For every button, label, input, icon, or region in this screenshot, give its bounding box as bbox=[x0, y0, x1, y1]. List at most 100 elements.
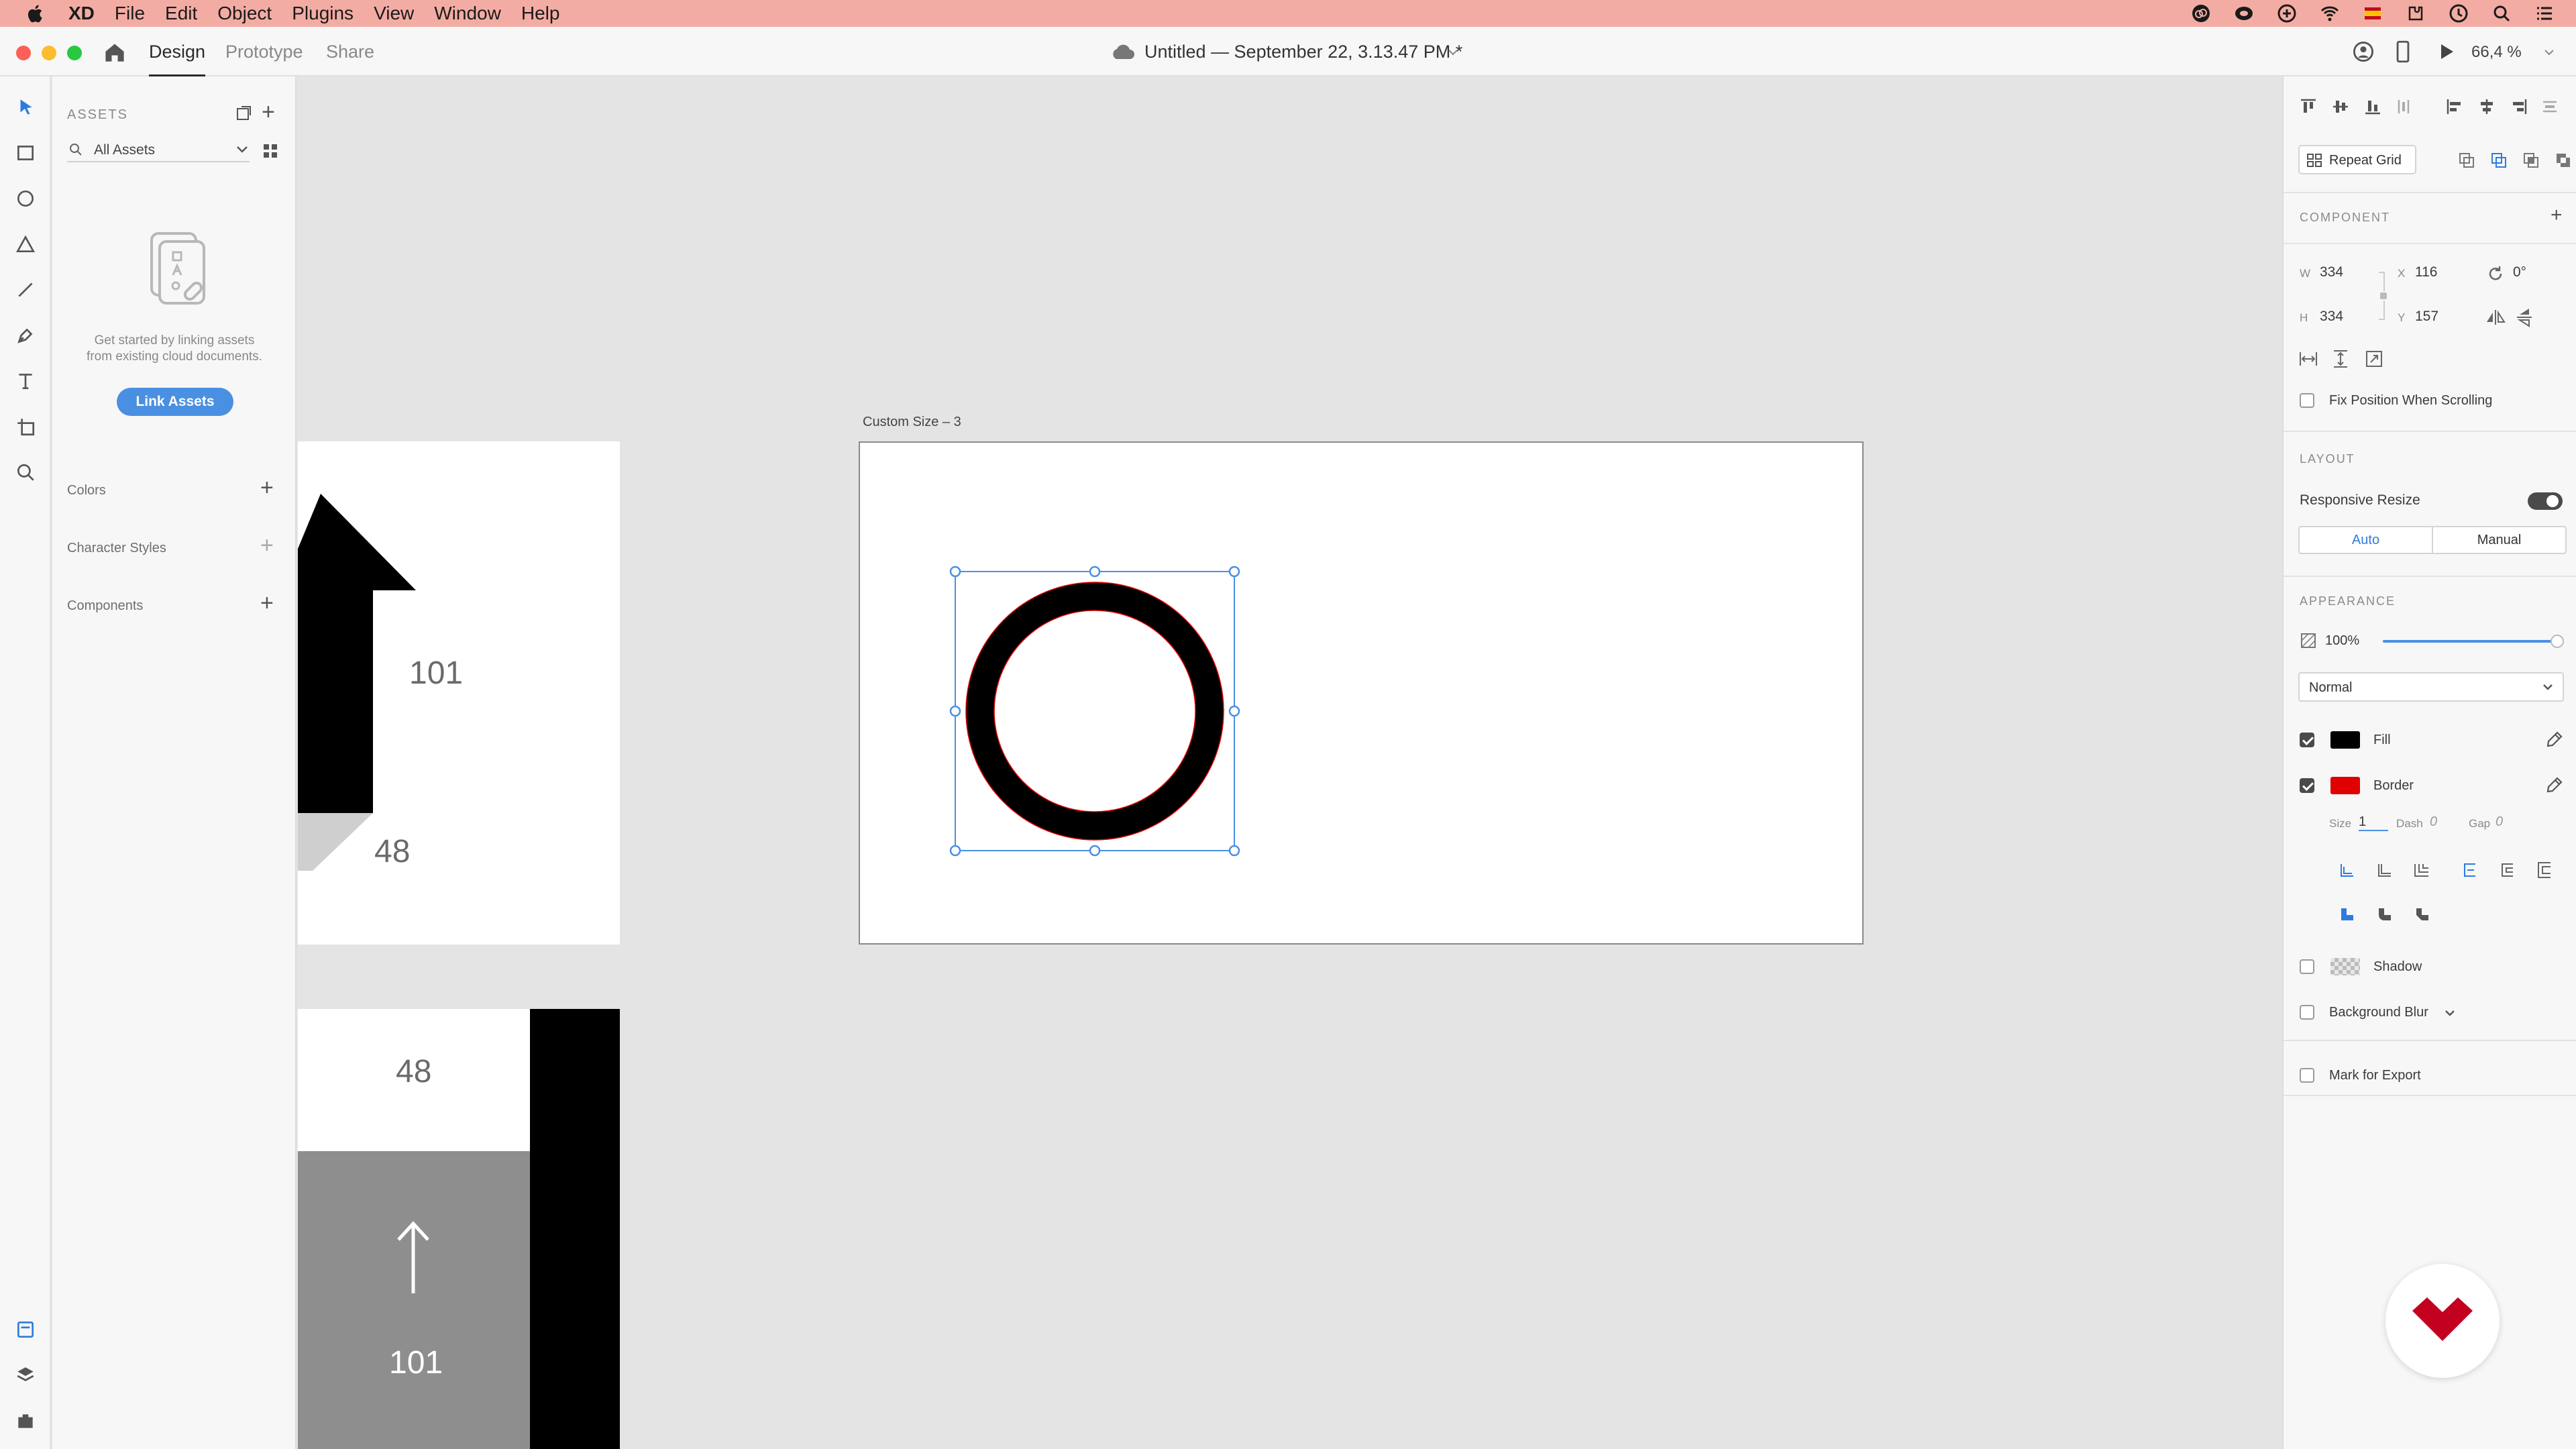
line-tool[interactable] bbox=[13, 278, 38, 302]
add-component-button[interactable]: + bbox=[260, 592, 274, 614]
plugins-panel-toggle[interactable] bbox=[13, 1409, 38, 1433]
resize-auto-option[interactable]: Auto bbox=[2300, 527, 2433, 553]
constraints-icon[interactable] bbox=[2364, 349, 2384, 369]
share-user-icon[interactable] bbox=[2352, 40, 2375, 63]
menu-edit[interactable]: Edit bbox=[165, 3, 197, 24]
mark-for-export-checkbox[interactable] bbox=[2300, 1068, 2314, 1083]
add-character-style-button[interactable]: + bbox=[260, 534, 274, 557]
distribute-horizontal-button[interactable] bbox=[2538, 95, 2561, 118]
flip-horizontal-icon[interactable] bbox=[2485, 309, 2506, 326]
maximize-window-button[interactable] bbox=[67, 46, 82, 60]
rectangle-tool[interactable] bbox=[13, 141, 38, 165]
menu-window[interactable]: Window bbox=[434, 3, 501, 24]
fill-checkbox[interactable] bbox=[2300, 733, 2314, 747]
assets-panel-toggle[interactable] bbox=[13, 1318, 38, 1342]
add-asset-button[interactable]: + bbox=[262, 101, 275, 123]
fill-color-swatch[interactable] bbox=[2330, 731, 2360, 749]
canvas[interactable]: 101 48 48 101 Custom Size – 3 bbox=[298, 76, 2282, 1449]
spotlight-search-icon[interactable] bbox=[2490, 3, 2513, 23]
close-window-button[interactable] bbox=[16, 46, 31, 60]
border-checkbox[interactable] bbox=[2300, 778, 2314, 793]
boolean-intersect-button[interactable] bbox=[2520, 149, 2542, 172]
clock-icon[interactable] bbox=[2447, 3, 2470, 23]
artboard-custom-size[interactable] bbox=[859, 441, 1864, 945]
menu-file[interactable]: File bbox=[115, 3, 145, 24]
opacity-slider-thumb[interactable] bbox=[2551, 635, 2564, 648]
artboard-tool[interactable] bbox=[13, 415, 38, 439]
arrow-shape[interactable] bbox=[298, 441, 620, 945]
sync-circle-icon[interactable] bbox=[2275, 3, 2298, 23]
artboard-title[interactable]: Custom Size – 3 bbox=[863, 415, 961, 430]
zoom-level[interactable]: 66,4 % bbox=[2471, 43, 2522, 62]
join-bevel-button[interactable] bbox=[2411, 903, 2434, 926]
width-input[interactable]: 334 bbox=[2320, 264, 2343, 280]
distribute-vertical-button[interactable] bbox=[2392, 95, 2415, 118]
colors-section-label[interactable]: Colors bbox=[67, 483, 106, 498]
tab-prototype[interactable]: Prototype bbox=[225, 42, 303, 62]
border-color-swatch[interactable] bbox=[2330, 777, 2360, 794]
menu-plugins[interactable]: Plugins bbox=[292, 3, 354, 24]
y-input[interactable]: 157 bbox=[2415, 309, 2438, 325]
stroke-inside-button[interactable] bbox=[2458, 859, 2481, 881]
blend-mode-select[interactable]: Normal bbox=[2298, 672, 2564, 702]
align-right-button[interactable] bbox=[2508, 95, 2530, 118]
select-tool[interactable] bbox=[13, 95, 38, 119]
chevron-down-icon[interactable] bbox=[1448, 48, 1458, 56]
shadow-checkbox[interactable] bbox=[2300, 959, 2314, 974]
mobile-preview-icon[interactable] bbox=[2394, 40, 2412, 63]
text-tool[interactable] bbox=[13, 369, 38, 393]
align-middle-button[interactable] bbox=[2329, 95, 2352, 118]
link-assets-button[interactable]: Link Assets bbox=[117, 388, 233, 416]
add-color-button[interactable]: + bbox=[260, 476, 274, 499]
chevron-down-icon[interactable] bbox=[2445, 1009, 2455, 1017]
align-top-button[interactable] bbox=[2297, 95, 2320, 118]
extension-icon[interactable] bbox=[2404, 3, 2427, 23]
responsive-resize-toggle[interactable] bbox=[2528, 492, 2563, 510]
eyedropper-icon[interactable] bbox=[2545, 775, 2564, 794]
lock-aspect-icon[interactable] bbox=[2377, 266, 2390, 326]
cc-sync-icon[interactable] bbox=[2233, 3, 2255, 23]
open-library-icon[interactable] bbox=[235, 105, 252, 122]
artboard-lower[interactable]: 48 101 bbox=[298, 1009, 620, 1449]
rotation-input[interactable]: 0° bbox=[2513, 264, 2526, 280]
minimize-window-button[interactable] bbox=[42, 46, 56, 60]
menu-object[interactable]: Object bbox=[217, 3, 272, 24]
stroke-cap-round-button[interactable] bbox=[2373, 859, 2396, 881]
join-miter-button[interactable] bbox=[2336, 903, 2359, 926]
align-center-button[interactable] bbox=[2475, 95, 2498, 118]
menu-view[interactable]: View bbox=[374, 3, 414, 24]
align-bottom-button[interactable] bbox=[2361, 95, 2384, 118]
height-input[interactable]: 334 bbox=[2320, 309, 2343, 325]
zoom-chevron-icon[interactable] bbox=[2544, 48, 2555, 56]
add-component-button[interactable]: + bbox=[2551, 205, 2563, 225]
repeat-grid-button[interactable]: Repeat Grid bbox=[2298, 145, 2416, 174]
ellipse-tool[interactable] bbox=[13, 186, 38, 211]
background-blur-checkbox[interactable] bbox=[2300, 1005, 2314, 1020]
boolean-subtract-button[interactable] bbox=[2487, 149, 2510, 172]
x-input[interactable]: 116 bbox=[2415, 264, 2437, 280]
opacity-slider-track[interactable] bbox=[2383, 635, 2564, 648]
fixed-height-icon[interactable] bbox=[2332, 349, 2349, 369]
menu-help[interactable]: Help bbox=[521, 3, 560, 24]
border-dash-input[interactable]: 0 bbox=[2430, 814, 2437, 830]
fix-position-checkbox[interactable] bbox=[2300, 393, 2314, 408]
opacity-input[interactable]: 100% bbox=[2325, 633, 2359, 649]
align-left-button[interactable] bbox=[2443, 95, 2466, 118]
shadow-color-swatch[interactable] bbox=[2330, 958, 2360, 975]
tab-design[interactable]: Design bbox=[149, 42, 206, 77]
flag-spain-icon[interactable] bbox=[2361, 3, 2384, 23]
ring-shape[interactable] bbox=[947, 564, 1242, 859]
resize-manual-option[interactable]: Manual bbox=[2433, 527, 2565, 553]
components-section-label[interactable]: Components bbox=[67, 598, 143, 614]
flip-vertical-icon[interactable] bbox=[2516, 307, 2533, 327]
stroke-outside-button[interactable] bbox=[2533, 859, 2556, 881]
boolean-exclude-button[interactable] bbox=[2552, 149, 2575, 172]
eyedropper-icon[interactable] bbox=[2545, 730, 2564, 749]
wifi-icon[interactable] bbox=[2318, 3, 2341, 23]
fixed-width-icon[interactable] bbox=[2298, 350, 2318, 368]
stroke-cap-butt-button[interactable] bbox=[2336, 859, 2359, 881]
app-menu[interactable]: XD bbox=[68, 3, 95, 24]
layers-panel-toggle[interactable] bbox=[13, 1363, 38, 1387]
background-blur-label[interactable]: Background Blur bbox=[2329, 1005, 2428, 1020]
border-size-input[interactable]: 1 bbox=[2359, 814, 2388, 831]
